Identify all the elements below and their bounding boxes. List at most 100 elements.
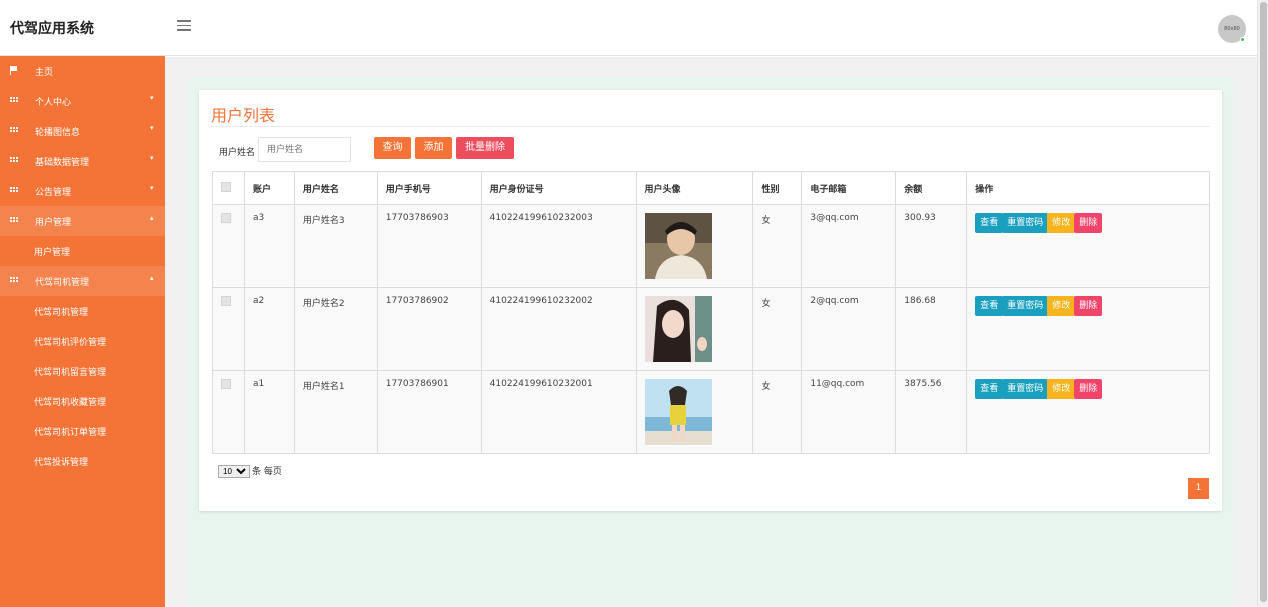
user-list-card: 用户列表 用户姓名 查询 添加 批量删除 账户 用户姓名 用户手机号 用户身份证… [199,90,1222,511]
photo-cell [635,204,754,288]
add-button[interactable]: 添加 [415,137,452,159]
view-button[interactable]: 查看 [975,213,1004,233]
row-checkbox[interactable] [221,379,231,389]
name-cell: 用户姓名2 [293,287,378,371]
sidebar-subitem-driver-messages[interactable]: 代驾司机留言管理 [0,356,165,386]
delete-button[interactable]: 删除 [1074,213,1103,233]
sidebar: 主页 个人中心 ▾ 轮播图信息 ▾ 基础数据管理 ▾ 公告管理 ▾ 用户管理 ▴… [0,56,165,607]
photo-cell [635,370,754,454]
sidebar-subitem-driver-reviews[interactable]: 代驾司机评价管理 [0,326,165,356]
scrollbar-thumb[interactable] [1260,2,1267,602]
reset-password-button[interactable]: 重置密码 [1002,213,1049,233]
title-divider [211,126,1210,127]
phone-cell: 17703786902 [376,287,482,371]
delete-button[interactable]: 删除 [1074,296,1103,316]
sidebar-item-label: 基础数据管理 [35,158,90,168]
actions-cell: 查看 重置密码 修改 删除 [966,370,1210,454]
view-button[interactable]: 查看 [975,296,1004,316]
top-bar: 代驾应用系统 80x80 [0,0,1257,56]
sidebar-item-announcements[interactable]: 公告管理 ▾ [0,176,165,206]
account-cell: a1 [243,370,295,454]
grid-icon [10,127,19,135]
edit-button[interactable]: 修改 [1047,379,1076,399]
column-header: 性别 [752,171,803,205]
sidebar-item-label: 公告管理 [35,188,72,198]
search-input[interactable] [258,137,351,162]
sidebar-subitem-driver-orders[interactable]: 代驾司机订单管理 [0,416,165,446]
chevron-up-icon: ▴ [150,274,154,282]
sidebar-item-home[interactable]: 主页 [0,56,165,86]
sidebar-subitem-driver-management[interactable]: 代驾司机管理 [0,296,165,326]
sidebar-item-carousel[interactable]: 轮播图信息 ▾ [0,116,165,146]
gender-cell: 女 [752,204,803,288]
sidebar-subitem-label: 代驾司机留言管理 [34,368,107,378]
sidebar-subitem-label: 用户管理 [34,248,71,258]
column-header: 账户 [243,171,295,205]
user-avatar-photo [644,213,712,279]
sidebar-item-user-management[interactable]: 用户管理 ▴ [0,206,165,236]
column-header: 用户身份证号 [480,171,637,205]
chevron-down-icon: ▾ [150,184,154,192]
sidebar-subitem-label: 代驾司机订单管理 [34,428,107,438]
per-page-label: 条 每页 [252,467,282,477]
grid-icon [10,97,19,105]
sidebar-subitem-complaints[interactable]: 代驾投诉管理 [0,446,165,476]
row-checkbox[interactable] [221,213,231,223]
sidebar-item-basic-data[interactable]: 基础数据管理 ▾ [0,146,165,176]
delete-button[interactable]: 删除 [1074,379,1103,399]
table-row: a3 用户姓名3 17703786903 410224199610232003 [212,204,1210,288]
chevron-down-icon: ▾ [150,154,154,162]
avatar[interactable]: 80x80 [1218,15,1246,43]
actions-cell: 查看 重置密码 修改 删除 [966,204,1210,288]
select-cell [212,370,245,454]
grid-icon [10,217,19,225]
pagination-page-button[interactable]: 1 [1188,478,1209,499]
column-header: 电子邮箱 [801,171,897,205]
content-area: 用户列表 用户姓名 查询 添加 批量删除 账户 用户姓名 用户手机号 用户身份证… [188,77,1233,607]
flag-icon [10,66,18,75]
photo-cell [635,287,754,371]
sidebar-item-label: 用户管理 [35,218,72,228]
table-header-row: 账户 用户姓名 用户手机号 用户身份证号 用户头像 性别 电子邮箱 余额 操作 [212,171,1210,205]
view-button[interactable]: 查看 [975,379,1004,399]
edit-button[interactable]: 修改 [1047,213,1076,233]
reset-password-button[interactable]: 重置密码 [1002,379,1049,399]
online-status-dot [1240,37,1245,42]
balance-cell: 300.93 [895,204,968,288]
edit-button[interactable]: 修改 [1047,296,1076,316]
balance-cell: 3875.56 [895,370,968,454]
sidebar-subitem-label: 代驾投诉管理 [34,458,89,468]
select-all-checkbox[interactable] [221,181,231,192]
sidebar-item-label: 轮播图信息 [35,128,81,138]
reset-password-button[interactable]: 重置密码 [1002,296,1049,316]
id-card-cell: 410224199610232001 [480,370,637,454]
grid-icon [10,277,19,285]
sidebar-subitem-user-management[interactable]: 用户管理 [0,236,165,266]
select-cell [212,204,245,288]
sidebar-subitem-driver-favorites[interactable]: 代驾司机收藏管理 [0,386,165,416]
column-header: 用户手机号 [376,171,482,205]
batch-delete-button[interactable]: 批量删除 [456,137,514,159]
page-scrollbar[interactable] [1257,0,1268,607]
email-cell: 3@qq.com [801,204,897,288]
id-card-cell: 410224199610232002 [480,287,637,371]
phone-cell: 17703786901 [376,370,482,454]
phone-cell: 17703786903 [376,204,482,288]
sidebar-item-personal-center[interactable]: 个人中心 ▾ [0,86,165,116]
column-header: 操作 [966,171,1210,205]
column-header: 用户姓名 [293,171,378,205]
menu-toggle-icon[interactable] [177,20,191,34]
id-card-cell: 410224199610232003 [480,204,637,288]
app-title: 代驾应用系统 [10,21,94,37]
account-cell: a2 [243,287,295,371]
name-cell: 用户姓名3 [293,204,378,288]
page-size-select[interactable]: 10 [218,465,250,478]
sidebar-subitem-label: 代驾司机评价管理 [34,338,107,348]
select-cell [212,287,245,371]
row-checkbox[interactable] [221,296,231,306]
sidebar-item-driver-management[interactable]: 代驾司机管理 ▴ [0,266,165,296]
sidebar-item-label: 主页 [35,68,54,78]
user-table: 账户 用户姓名 用户手机号 用户身份证号 用户头像 性别 电子邮箱 余额 操作 [212,171,1210,454]
sidebar-subitem-label: 代驾司机收藏管理 [34,398,107,408]
query-button[interactable]: 查询 [374,137,411,159]
